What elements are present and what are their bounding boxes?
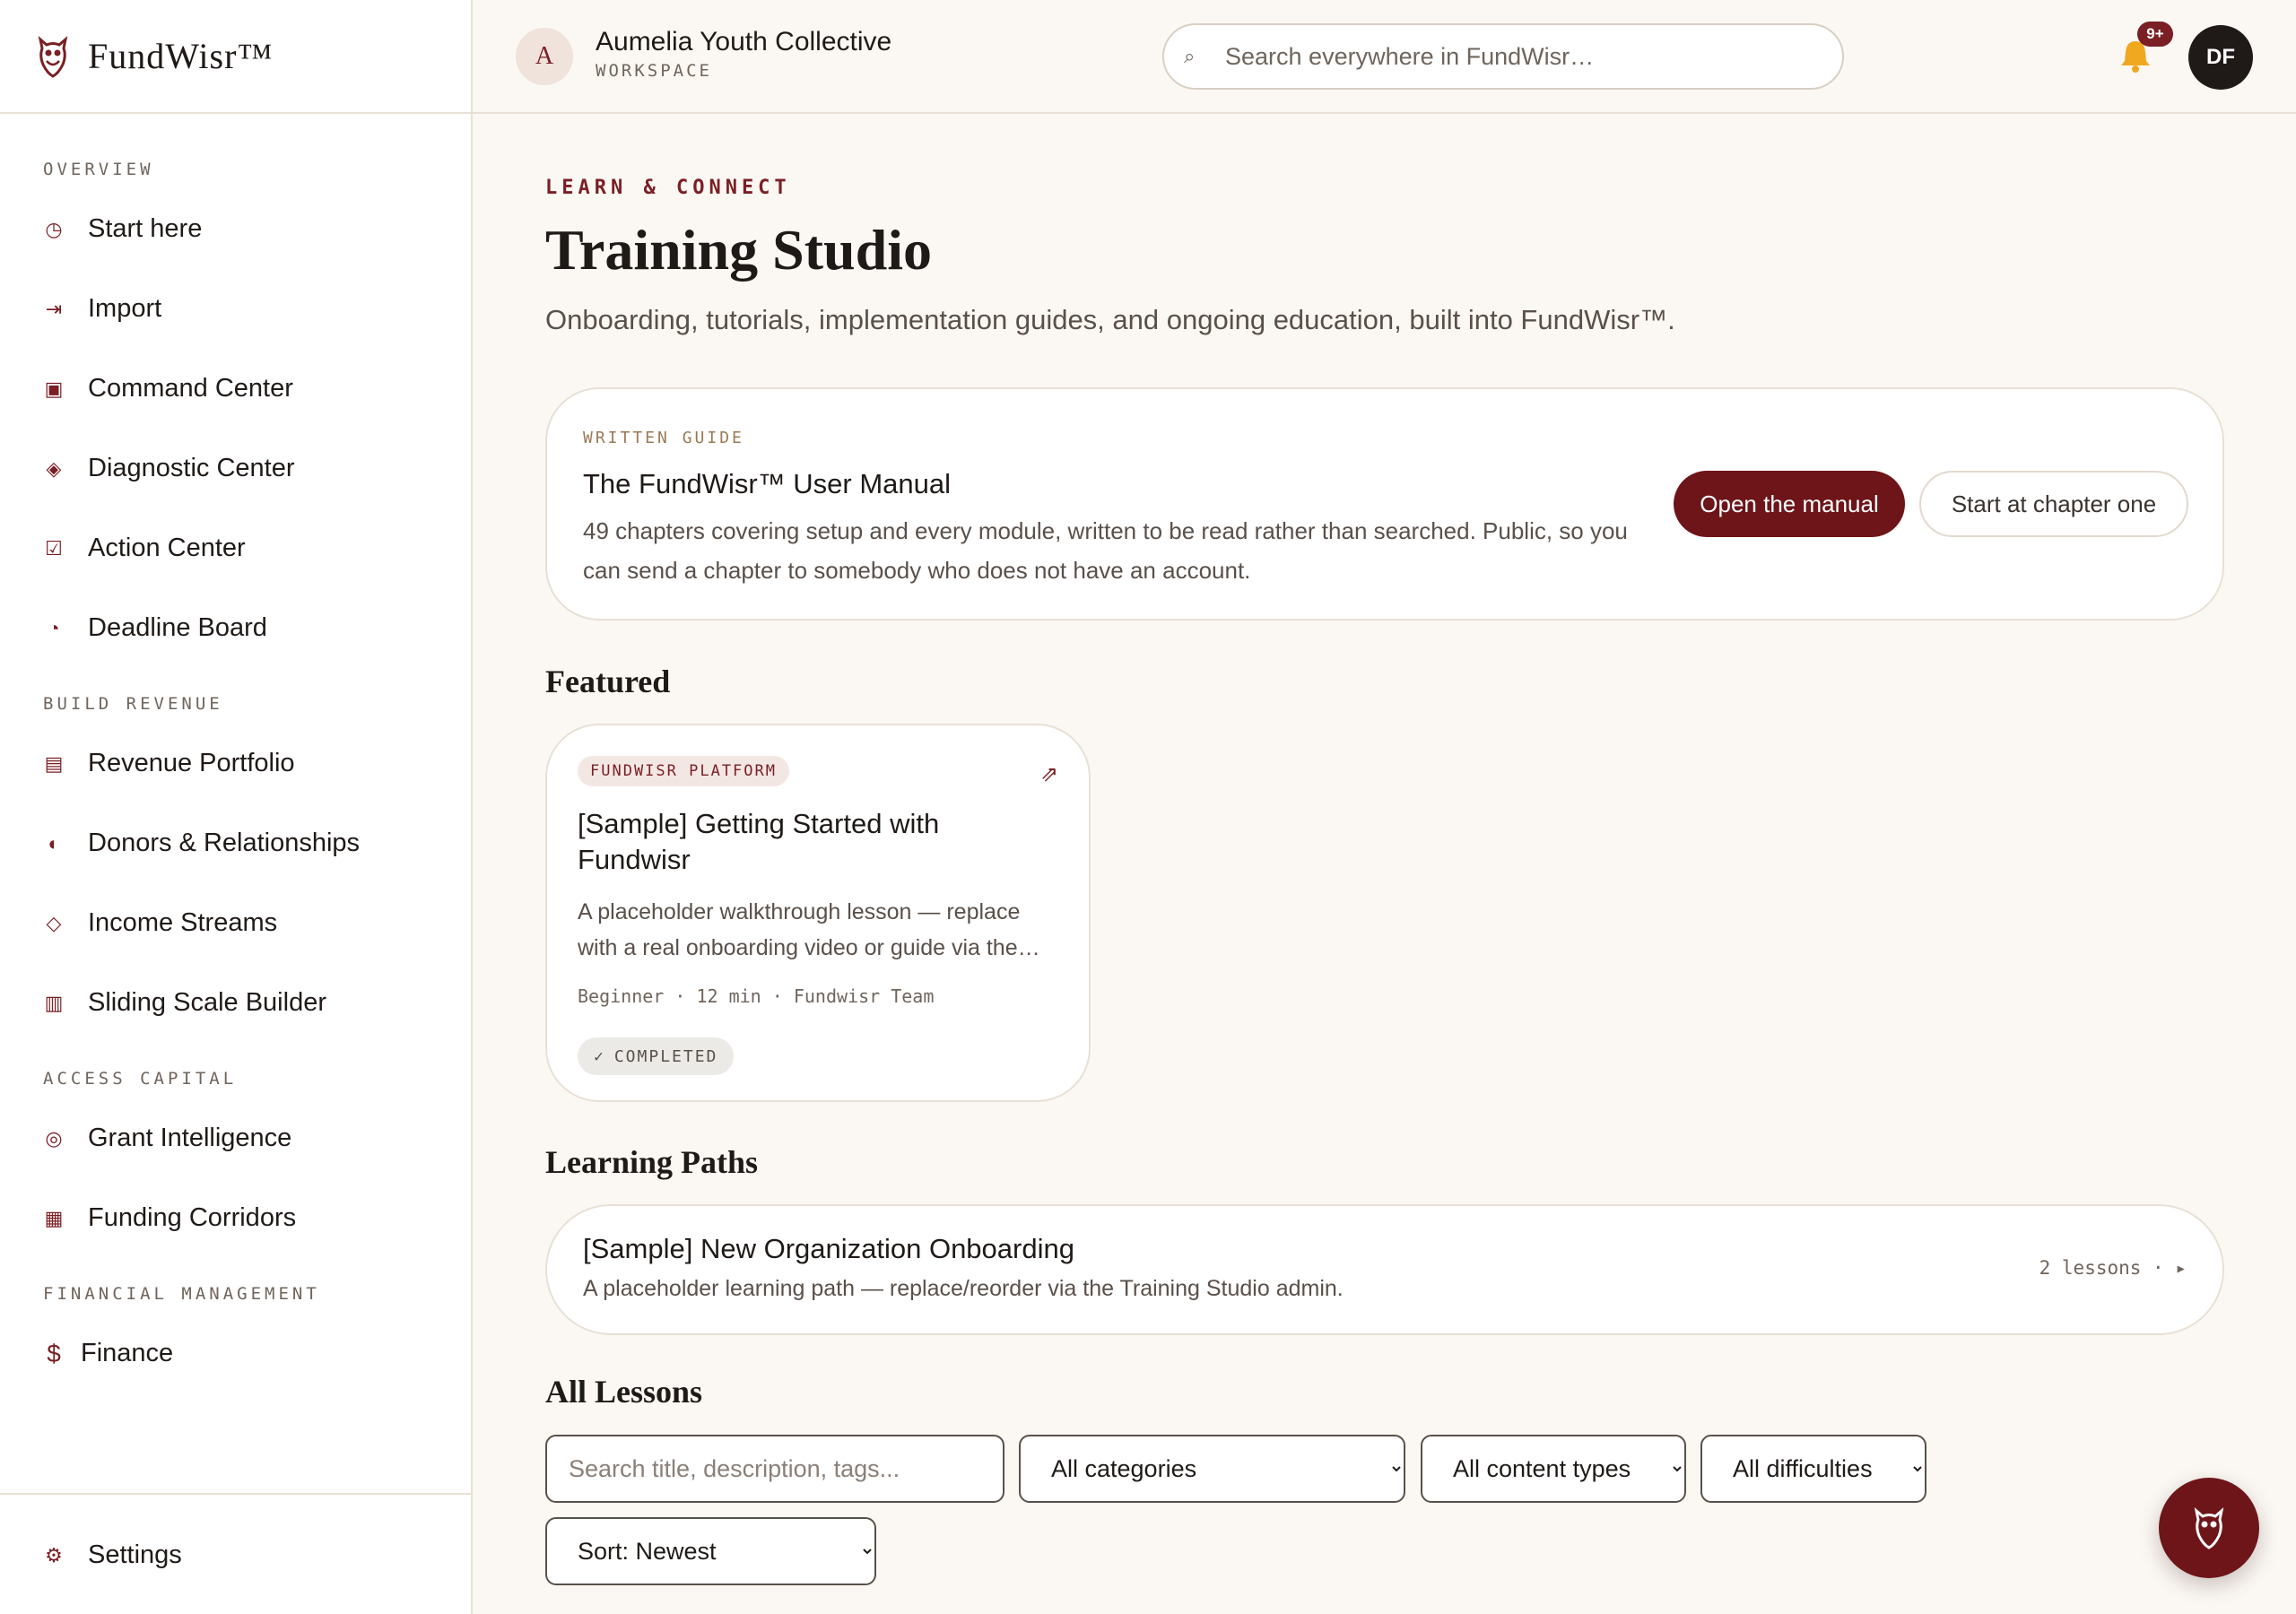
sidebar-item-label: Deadline Board <box>88 613 267 642</box>
lesson-search-input[interactable] <box>545 1435 1004 1503</box>
owl-icon <box>2194 1507 2224 1549</box>
start-chapter-one-button[interactable]: Start at chapter one <box>1919 471 2188 537</box>
manual-description: 49 chapters covering setup and every mod… <box>583 517 1628 584</box>
brand-name: FundWisr™ <box>88 36 274 76</box>
manual-card: WRITTEN GUIDE The FundWisr™ User Manual … <box>545 387 2224 620</box>
external-link-icon[interactable]: ⇗ <box>1040 761 1058 787</box>
diamond-icon: ◈ <box>46 456 62 480</box>
clock-icon: ◷ <box>45 217 63 240</box>
sidebar-item-label: Import <box>88 294 162 323</box>
sidebar-item-label: Start here <box>88 214 203 243</box>
sidebar-item-import[interactable]: ⇥ Import <box>0 269 471 349</box>
sidebar-footer: ⚙ Settings <box>0 1493 471 1614</box>
lesson-category-tag: FUNDWISR PLATFORM <box>578 756 789 786</box>
sidebar-item-deadline-board[interactable]: ◔ Deadline Board <box>0 588 471 668</box>
sort-select[interactable]: Sort: Newest <box>545 1517 876 1585</box>
columns-icon: ▥ <box>44 991 64 1014</box>
nav-section-financial-management: FINANCIAL MANAGEMENT <box>43 1284 320 1304</box>
gear-icon: ⚙ <box>45 1543 63 1566</box>
sidebar-item-sliding-scale-builder[interactable]: ▥ Sliding Scale Builder <box>0 963 471 1043</box>
learning-path-card[interactable]: [Sample] New Organization Onboarding A p… <box>545 1204 2224 1335</box>
completed-label: COMPLETED <box>613 1046 718 1066</box>
lesson-title: [Sample] Getting Started with Fundwisr <box>578 808 940 875</box>
sidebar-item-income-streams[interactable]: ◇ Income Streams <box>0 883 471 963</box>
user-avatar[interactable]: DF <box>2188 25 2253 90</box>
assistant-fab-button[interactable] <box>2159 1478 2259 1578</box>
list-icon: ▤ <box>44 751 64 775</box>
sidebar-item-label: Revenue Portfolio <box>88 749 295 777</box>
sidebar-item-finance[interactable]: $ Finance <box>0 1314 471 1393</box>
page-subtitle: Onboarding, tutorials, implementation gu… <box>545 304 1675 335</box>
search-input[interactable] <box>1225 42 1799 71</box>
grid-icon: ▦ <box>44 1206 64 1229</box>
path-lesson-count: 2 lessons · ▸ <box>2039 1257 2187 1279</box>
topbar: A Aumelia Youth Collective WORKSPACE ⌕ 9… <box>473 0 2296 114</box>
sidebar: FundWisr™ OVERVIEW ◷ Start here ⇥ Import… <box>0 0 473 1614</box>
learning-paths-heading: Learning Paths <box>545 1144 759 1180</box>
import-arrow-icon: ⇥ <box>45 297 63 320</box>
diamond-outline-icon: ◇ <box>46 911 62 934</box>
content-type-select[interactable]: All content types <box>1421 1435 1686 1503</box>
sidebar-item-donors-relationships[interactable]: ◐ Donors & Relationships <box>0 803 471 883</box>
sidebar-item-label: Grant Intelligence <box>88 1124 292 1152</box>
sidebar-item-label: Donors & Relationships <box>88 829 361 857</box>
sidebar-nav: OVERVIEW ◷ Start here ⇥ Import ▣ Command… <box>0 114 471 1393</box>
page-eyebrow: LEARN & CONNECT <box>545 177 791 199</box>
workspace-name[interactable]: Aumelia Youth Collective <box>596 27 891 57</box>
sidebar-item-label: Command Center <box>88 374 293 403</box>
sidebar-item-start-here[interactable]: ◷ Start here <box>0 189 471 269</box>
sidebar-item-label: Sliding Scale Builder <box>88 988 326 1017</box>
sidebar-item-label: Finance <box>81 1339 174 1367</box>
sidebar-item-command-center[interactable]: ▣ Command Center <box>0 349 471 429</box>
sidebar-item-action-center[interactable]: ☑ Action Center <box>0 508 471 588</box>
brand[interactable]: FundWisr™ <box>0 0 471 114</box>
sidebar-item-settings[interactable]: ⚙ Settings <box>0 1495 471 1614</box>
path-title: [Sample] New Organization Onboarding <box>583 1233 1074 1264</box>
notification-badge: 9+ <box>2137 22 2173 47</box>
dollar-icon: $ <box>47 1339 61 1367</box>
page-title: Training Studio <box>545 218 932 282</box>
sidebar-item-label: Action Center <box>88 534 246 562</box>
sidebar-item-label: Funding Corridors <box>88 1203 297 1232</box>
target-icon: ◎ <box>45 1126 63 1150</box>
nav-section-access-capital: ACCESS CAPITAL <box>43 1069 238 1089</box>
category-select[interactable]: All categories <box>1019 1435 1405 1503</box>
nav-section-build-revenue: BUILD REVENUE <box>43 694 223 714</box>
sidebar-item-label: Settings <box>88 1540 182 1569</box>
checkbox-icon: ☑ <box>45 536 63 560</box>
sidebar-item-grant-intelligence[interactable]: ◎ Grant Intelligence <box>0 1098 471 1178</box>
lesson-description: A placeholder walkthrough lesson — repla… <box>578 899 1040 960</box>
all-lessons-heading: All Lessons <box>545 1374 703 1410</box>
difficulty-select[interactable]: All difficulties <box>1700 1435 1926 1503</box>
nav-section-overview: OVERVIEW <box>43 160 154 179</box>
workspace-label: WORKSPACE <box>596 61 712 81</box>
open-manual-button[interactable]: Open the manual <box>1674 471 1905 537</box>
sidebar-item-diagnostic-center[interactable]: ◈ Diagnostic Center <box>0 429 471 508</box>
square-icon: ▣ <box>44 377 64 400</box>
sidebar-item-label: Diagnostic Center <box>88 454 295 482</box>
featured-lesson-card[interactable]: FUNDWISR PLATFORM ⇗ [Sample] Getting Sta… <box>545 724 1091 1102</box>
featured-heading: Featured <box>545 664 671 699</box>
sidebar-item-label: Income Streams <box>88 908 278 937</box>
manual-label: WRITTEN GUIDE <box>583 429 744 447</box>
global-search[interactable]: ⌕ <box>1162 23 1844 90</box>
sidebar-item-revenue-portfolio[interactable]: ▤ Revenue Portfolio <box>0 724 471 803</box>
workspace-avatar[interactable]: A <box>516 28 573 85</box>
completed-badge: ✓ COMPLETED <box>578 1037 735 1075</box>
owl-logo-icon <box>38 35 68 78</box>
half-circle-icon: ◐ <box>48 831 60 855</box>
lesson-meta: Beginner · 12 min · Fundwisr Team <box>578 985 935 1007</box>
check-icon: ✓ <box>594 1046 605 1066</box>
pie-icon: ◔ <box>48 616 60 639</box>
sidebar-item-funding-corridors[interactable]: ▦ Funding Corridors <box>0 1178 471 1258</box>
path-description: A placeholder learning path — replace/re… <box>583 1276 1344 1301</box>
search-icon: ⌕ <box>1184 45 1196 67</box>
manual-title: The FundWisr™ User Manual <box>583 468 952 499</box>
